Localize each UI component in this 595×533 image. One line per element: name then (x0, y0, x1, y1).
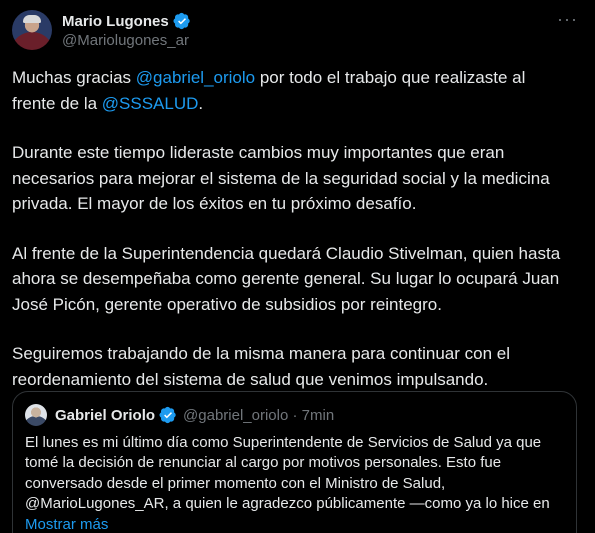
tweet-paragraph-1: Muchas gracias @gabriel_oriolo por todo … (12, 65, 572, 116)
author-name-line: Mario Lugones (62, 12, 191, 30)
quoted-author-name: Gabriel Oriolo (55, 406, 156, 424)
quoted-tweet[interactable]: Gabriel Oriolo @gabriel_oriolo · 7min El… (12, 391, 577, 533)
tweet-text: Muchas gracias @gabriel_oriolo por todo … (12, 65, 572, 416)
tweet-paragraph-3: Al frente de la Superintendencia quedará… (12, 243, 561, 314)
verified-badge-icon (173, 12, 191, 30)
more-options-icon[interactable]: ··· (557, 10, 577, 32)
author-avatar[interactable] (12, 10, 52, 50)
p1-text-start: Muchas gracias (12, 68, 136, 87)
tweet-header: Mario Lugones @Mariolugones_ar ··· (12, 10, 583, 54)
quoted-tweet-text: El lunes es mi último día como Superinte… (25, 433, 565, 533)
author-handle[interactable]: @Mariolugones_ar (62, 32, 189, 49)
author-display-name[interactable]: Mario Lugones (62, 13, 169, 30)
quoted-author-handle-time: @gabriel_oriolo · 7min (183, 406, 335, 424)
tweet-paragraph-2: Durante este tiempo lideraste cambios mu… (12, 143, 550, 213)
mention-sssalud[interactable]: @SSSALUD (102, 94, 199, 113)
tweet-paragraph-4: Seguiremos trabajando de la misma manera… (12, 344, 510, 389)
quoted-author-avatar (25, 404, 47, 426)
quoted-tweet-body: El lunes es mi último día como Superinte… (25, 434, 550, 513)
show-more-link[interactable]: Mostrar más (25, 516, 108, 533)
verified-badge-icon (159, 406, 177, 424)
mention-gabriel-oriolo[interactable]: @gabriel_oriolo (136, 68, 255, 87)
p1-text-end: . (198, 93, 204, 113)
quoted-tweet-header: Gabriel Oriolo @gabriel_oriolo · 7min (25, 404, 334, 426)
